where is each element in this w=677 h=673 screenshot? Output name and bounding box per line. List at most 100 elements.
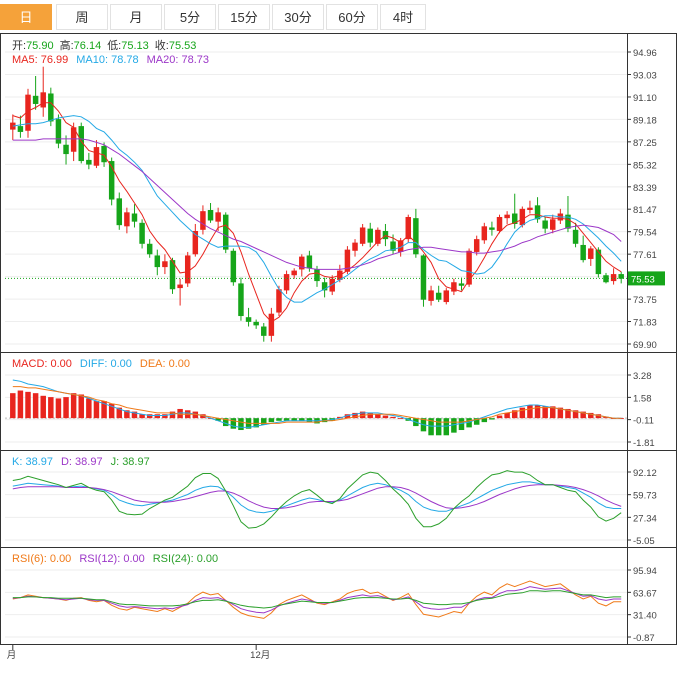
macd-tick-label: 1.58 [633,393,652,404]
macd-bar [25,391,31,419]
info-open: 开:75.90 高:76.14 低:75.13 收:75.53 [12,38,196,52]
axis-labels: 94.96 93.03 91.10 89.18 87.25 85.32 83.39 81.47… [7,48,665,661]
candle-body [527,207,533,211]
candle-body [588,248,594,259]
macd-bar [70,393,77,419]
macd-bar [397,418,404,419]
candle-body [283,274,290,291]
macd-bar [63,397,69,419]
kdj-tick-label: -5.05 [633,536,655,547]
macd-bar [78,394,84,419]
macd-bar [496,415,503,419]
d-line [12,484,622,510]
candle-body [207,210,214,221]
kline-chart[interactable]: 94.96 93.03 91.10 89.18 87.25 85.32 83.39 81.47… [0,0,677,673]
current-price-label: 75.53 [631,274,655,285]
candle-body [352,242,358,251]
candle-body [496,216,503,231]
candle-body [261,326,267,336]
candle-body [162,261,168,268]
price-tick-label: 87.25 [633,138,657,149]
macd-bar [48,397,54,419]
ma20-legend: MA20: 78.73 [147,54,209,66]
candle-body [572,229,579,244]
candle-body [359,227,366,244]
candle-body [131,213,138,222]
candle-body [223,214,229,250]
price-tick-label: 71.83 [633,318,657,329]
macd-bar [268,418,275,423]
x-tick-label: 12月 [250,650,270,661]
x-tick-label: 月 [7,650,17,661]
macd-bar [17,390,24,419]
ma-legend: MA5: 76.99 MA10: 78.78 MA20: 78.73 [12,54,209,66]
macd-bar [534,405,541,419]
candle-body [139,222,145,244]
macd-bar [375,414,381,419]
candle-body [154,255,161,268]
ma10-legend: MA10: 78.78 [76,54,138,66]
price-tick-label: 93.03 [633,70,657,81]
rsi-tick-label: 63.67 [633,588,657,599]
candle-body [230,250,237,283]
candle-body [200,211,206,230]
candle-body [86,159,92,165]
macd-bar [527,405,533,419]
macd-tick-label: -0.11 [633,416,654,427]
rsi-tick-label: 31.40 [633,611,657,622]
candle-body [473,239,480,252]
macd-bar [542,406,548,419]
candle-body [542,220,548,229]
k-line [12,481,622,514]
kdj-tick-label: 92.12 [633,468,657,479]
macd-bar [435,418,442,436]
candle-body [215,212,221,222]
candle-body [435,292,442,300]
candle-body [291,270,297,276]
candle-body [595,249,602,275]
macd-bar [306,418,313,423]
candle-body [17,126,24,132]
candle-body [610,274,617,282]
macd-bar [489,418,495,420]
candle-body [101,145,107,163]
macd-bar [55,398,62,419]
candle-body [481,226,488,241]
rsi-tick-label: 95.94 [633,566,657,577]
candle-body [116,198,123,226]
candle-body [245,317,252,322]
macd-bar [382,415,389,419]
macd-bar [86,398,92,419]
macd-bar [276,418,282,421]
candle-body [48,93,54,122]
macd-bar [154,414,161,419]
candle-body [367,228,373,243]
candle-body [519,208,526,226]
candle-body [146,243,153,255]
candle-body [504,214,510,219]
candle-body [580,244,586,261]
macd-bar [519,407,526,419]
macd-bar [238,418,244,431]
candle-body [458,283,465,286]
macd-bar [93,401,100,419]
candle-body [489,227,495,230]
grid-lines [5,51,627,638]
macd-bar [40,395,46,419]
rsi-tick-label: -0.87 [633,633,655,644]
candle-body [276,289,282,313]
price-tick-label: 83.39 [633,183,657,194]
price-tick-label: 94.96 [633,48,657,59]
macd-tick-label: -1.81 [633,438,655,449]
price-tick-label: 81.47 [633,205,657,216]
candle-body [124,212,130,227]
candles [10,66,624,436]
candle-body [382,230,389,240]
candle-body [268,313,275,336]
macd-bar [367,412,373,419]
candle-body [40,92,46,108]
candle-body [306,255,313,269]
price-tick-label: 91.10 [633,93,657,104]
candle-body [420,255,427,300]
candle-body [314,269,320,282]
